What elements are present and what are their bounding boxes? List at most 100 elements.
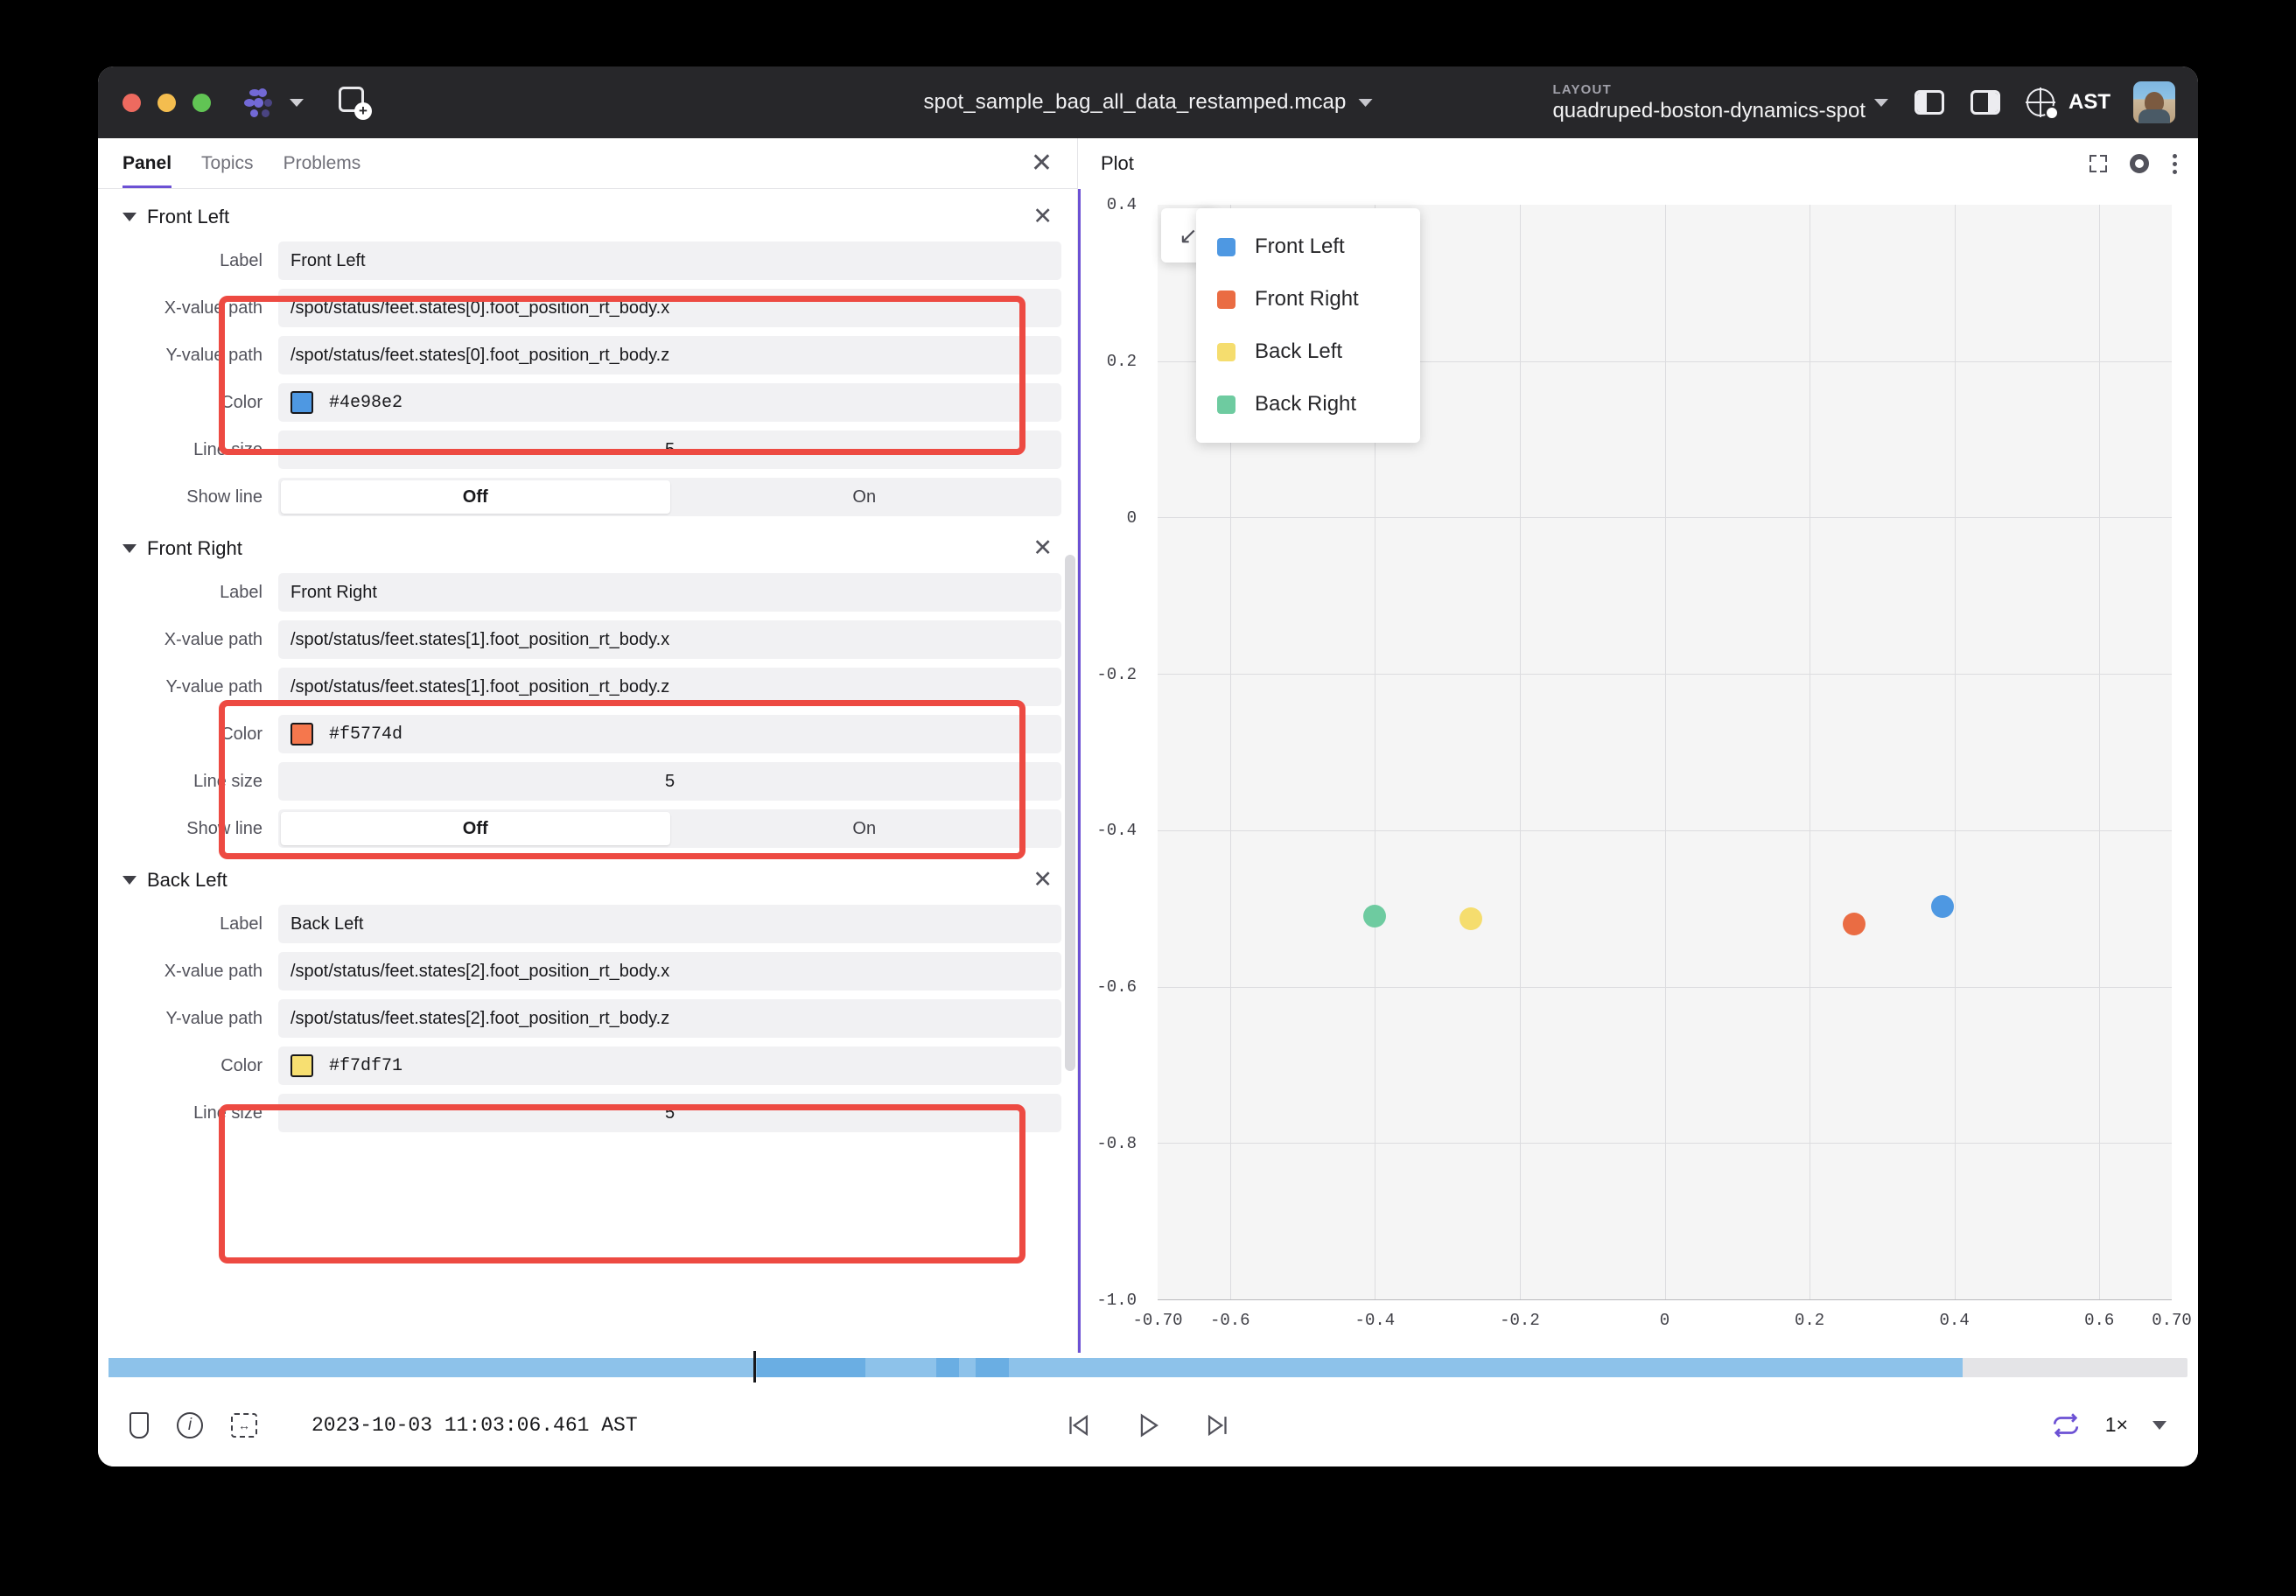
x-path-input[interactable]: /spot/status/feet.states[2].foot_positio… bbox=[278, 952, 1061, 990]
remove-series-button[interactable]: ✕ bbox=[1032, 205, 1053, 228]
y-path-input[interactable]: /spot/status/feet.states[2].foot_positio… bbox=[278, 999, 1061, 1038]
data-point[interactable] bbox=[1460, 907, 1482, 930]
label-input[interactable]: Back Left bbox=[278, 905, 1061, 943]
minimize-window-button[interactable] bbox=[158, 94, 176, 112]
show-line-off-option[interactable]: Off bbox=[281, 812, 670, 845]
chevron-down-icon[interactable] bbox=[2152, 1421, 2166, 1430]
info-icon[interactable]: i bbox=[177, 1412, 203, 1438]
sync-range-icon[interactable]: ↔ bbox=[231, 1413, 257, 1438]
color-input[interactable]: #4e98e2 bbox=[278, 383, 1061, 422]
toggle-right-sidebar-button[interactable] bbox=[1970, 90, 2000, 115]
settings-scrollbar[interactable] bbox=[1065, 555, 1075, 1071]
data-point[interactable] bbox=[1843, 913, 1866, 935]
playback-speed-label[interactable]: 1× bbox=[2105, 1413, 2128, 1437]
caret-down-icon[interactable] bbox=[122, 876, 136, 885]
legend-label: Back Right bbox=[1255, 392, 1356, 416]
settings-sidebar: Panel Topics Problems ✕ Front Left ✕ Lab… bbox=[98, 138, 1078, 1353]
label-input[interactable]: Front Right bbox=[278, 573, 1061, 612]
series-group-header[interactable]: Front Left ✕ bbox=[98, 189, 1077, 237]
chevron-down-icon[interactable] bbox=[290, 99, 304, 107]
data-point[interactable] bbox=[1931, 895, 1954, 918]
x-axis-tick-label: -0.6 bbox=[1210, 1311, 1250, 1330]
layout-selector[interactable]: LAYOUT quadruped-boston-dynamics-spot bbox=[1552, 82, 1866, 123]
y-axis-tick-label: 0.4 bbox=[1107, 195, 1137, 214]
color-swatch[interactable] bbox=[290, 1054, 313, 1077]
toggle-left-sidebar-button[interactable] bbox=[1914, 90, 1944, 115]
color-input[interactable]: #f5774d bbox=[278, 715, 1061, 753]
line-size-input[interactable]: 5 bbox=[278, 762, 1061, 801]
chevron-down-icon[interactable] bbox=[1358, 99, 1372, 107]
series-group-header[interactable]: Front Right ✕ bbox=[98, 521, 1077, 569]
add-panel-button[interactable]: + bbox=[339, 87, 370, 118]
row-label-text: Color bbox=[122, 724, 278, 745]
color-swatch[interactable] bbox=[290, 391, 313, 414]
grid-line-horizontal bbox=[1158, 674, 2172, 675]
close-window-button[interactable] bbox=[122, 94, 141, 112]
show-line-off-option[interactable]: Off bbox=[281, 480, 670, 514]
color-input[interactable]: #f7df71 bbox=[278, 1046, 1061, 1085]
row-color: Color #4e98e2 bbox=[122, 379, 1061, 426]
legend-item[interactable]: Front Right bbox=[1217, 273, 1359, 326]
caret-down-icon[interactable] bbox=[122, 213, 136, 221]
plot-area[interactable]: 0.40.20-0.2-0.4-0.6-0.8-1.0 -0.70-0.6-0.… bbox=[1078, 189, 2198, 1353]
row-label-text: Line size bbox=[122, 440, 278, 460]
row-label-text: Y-value path bbox=[122, 1009, 278, 1029]
timezone-button[interactable]: AST bbox=[2026, 88, 2110, 116]
row-label-text: Show line bbox=[122, 819, 278, 839]
more-options-icon[interactable] bbox=[2172, 154, 2177, 174]
window-controls[interactable] bbox=[98, 94, 211, 112]
row-label-text: X-value path bbox=[122, 298, 278, 318]
plot-legend: Front Left Front Right Back Left Ba bbox=[1196, 208, 1420, 443]
y-path-input[interactable]: /spot/status/feet.states[1].foot_positio… bbox=[278, 668, 1061, 706]
playback-bar: i ↔ 2023-10-03 11:03:06.461 AST bbox=[98, 1382, 2198, 1466]
row-label-text: X-value path bbox=[122, 630, 278, 650]
maximize-window-button[interactable] bbox=[192, 94, 211, 112]
loop-playback-button[interactable] bbox=[2051, 1410, 2081, 1440]
timeline-playhead[interactable] bbox=[753, 1351, 756, 1384]
legend-swatch bbox=[1217, 290, 1236, 309]
show-line-toggle[interactable]: Off On bbox=[278, 478, 1061, 516]
color-swatch[interactable] bbox=[290, 723, 313, 746]
data-source-selector[interactable]: spot_sample_bag_all_data_restamped.mcap bbox=[924, 90, 1373, 115]
y-path-input[interactable]: /spot/status/feet.states[0].foot_positio… bbox=[278, 336, 1061, 374]
show-line-on-option[interactable]: On bbox=[670, 480, 1060, 514]
x-path-input[interactable]: /spot/status/feet.states[0].foot_positio… bbox=[278, 289, 1061, 327]
tab-panel[interactable]: Panel bbox=[122, 138, 172, 188]
grid-line-vertical bbox=[1955, 205, 1956, 1299]
row-label-text: Color bbox=[122, 1056, 278, 1076]
label-input[interactable]: Front Left bbox=[278, 242, 1061, 280]
series-rows: Label Front Right X-value path /spot/sta… bbox=[98, 569, 1077, 852]
seek-backward-button[interactable] bbox=[1063, 1410, 1093, 1440]
series-group-header[interactable]: Back Left ✕ bbox=[98, 852, 1077, 900]
fullscreen-icon[interactable] bbox=[2090, 155, 2107, 172]
tab-problems[interactable]: Problems bbox=[284, 138, 361, 188]
remove-series-button[interactable]: ✕ bbox=[1032, 536, 1053, 560]
remove-series-button[interactable]: ✕ bbox=[1032, 868, 1053, 892]
y-axis-tick-label: 0 bbox=[1127, 508, 1137, 528]
seek-forward-button[interactable] bbox=[1203, 1410, 1233, 1440]
x-path-input[interactable]: /spot/status/feet.states[1].foot_positio… bbox=[278, 620, 1061, 659]
bookmark-icon[interactable] bbox=[130, 1412, 149, 1438]
gear-icon[interactable] bbox=[2130, 154, 2149, 173]
chevron-down-icon[interactable] bbox=[1874, 99, 1888, 107]
caret-down-icon[interactable] bbox=[122, 544, 136, 553]
row-y-path: Y-value path /spot/status/feet.states[0]… bbox=[122, 332, 1061, 379]
legend-item[interactable]: Back Right bbox=[1217, 378, 1359, 430]
avatar[interactable] bbox=[2133, 81, 2175, 123]
legend-item[interactable]: Back Left bbox=[1217, 326, 1359, 378]
line-size-input[interactable]: 5 bbox=[278, 1094, 1061, 1132]
data-point[interactable] bbox=[1363, 905, 1386, 928]
timeline-segment bbox=[757, 1358, 865, 1377]
y-axis-tick-label: 0.2 bbox=[1107, 352, 1137, 371]
show-line-on-option[interactable]: On bbox=[670, 812, 1060, 845]
timeline-scrubber[interactable] bbox=[108, 1358, 2188, 1377]
line-size-input[interactable]: 5 bbox=[278, 430, 1061, 469]
close-sidebar-button[interactable]: ✕ bbox=[1031, 150, 1053, 177]
series-group-title: Back Left bbox=[147, 869, 228, 892]
show-line-toggle[interactable]: Off On bbox=[278, 809, 1061, 848]
tab-topics[interactable]: Topics bbox=[201, 138, 254, 188]
play-button[interactable] bbox=[1133, 1410, 1163, 1440]
legend-item[interactable]: Front Left bbox=[1217, 220, 1359, 273]
plot-inner: 0.40.20-0.2-0.4-0.6-0.8-1.0 -0.70-0.6-0.… bbox=[1081, 189, 2198, 1353]
timeline-segment bbox=[936, 1358, 959, 1377]
